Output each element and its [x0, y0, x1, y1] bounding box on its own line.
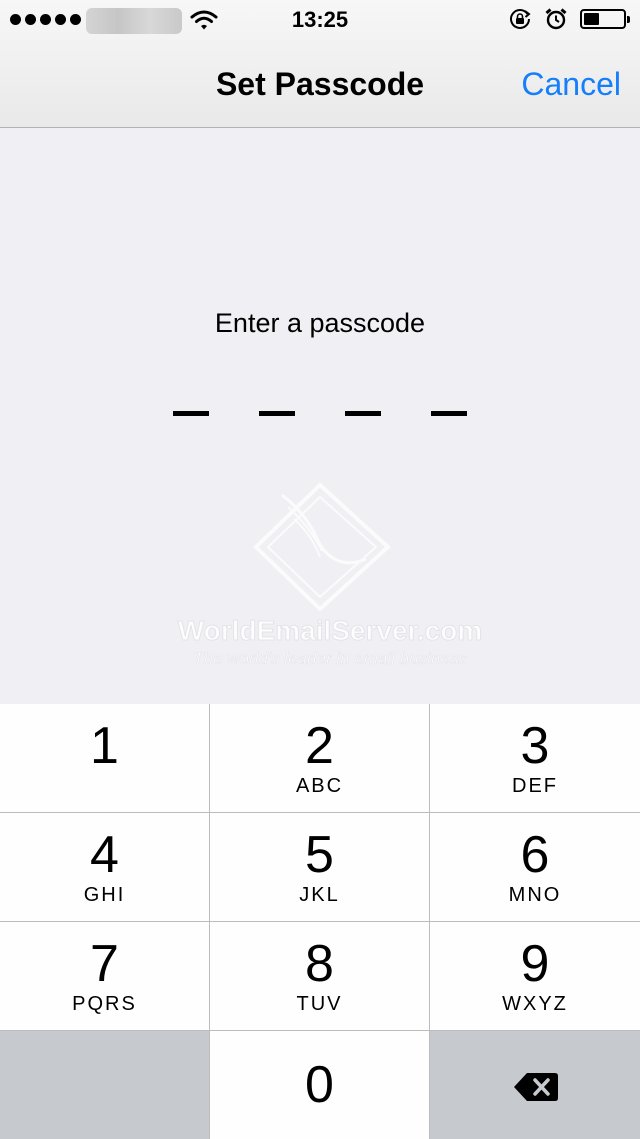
key-digit: 9: [520, 935, 550, 993]
key-digit: 8: [305, 935, 334, 993]
battery-icon: [580, 9, 630, 29]
key-3[interactable]: 3 DEF: [430, 704, 640, 812]
key-digit: 6: [520, 826, 550, 884]
key-digit: 1: [90, 717, 119, 775]
key-letters: MNO: [508, 884, 562, 906]
passcode-slot: [345, 411, 381, 416]
watermark-tagline: The world's leader in email business: [193, 649, 467, 668]
key-2[interactable]: 2 ABC: [209, 704, 430, 812]
alarm-icon: [545, 8, 567, 30]
key-digit: 7: [90, 935, 119, 993]
key-7[interactable]: 7 PQRS: [0, 922, 209, 1030]
key-6[interactable]: 6 MNO: [430, 813, 640, 921]
navigation-header: 13:25 Set Passcode Cancel: [0, 0, 640, 128]
key-digit: 4: [90, 826, 119, 884]
key-0[interactable]: 0: [209, 1031, 430, 1139]
passcode-slot: [431, 411, 467, 416]
key-letters: WXYZ: [502, 993, 568, 1015]
rotation-lock-icon: [510, 9, 531, 29]
key-letters: GHI: [83, 884, 126, 906]
key-digit: 0: [305, 1056, 334, 1114]
key-1[interactable]: 1: [0, 704, 209, 812]
watermark-logo: WorldEmailServer.com The world's leader …: [177, 482, 483, 668]
key-letters: TUV: [296, 993, 343, 1015]
passcode-prompt: Enter a passcode: [214, 308, 426, 338]
key-8[interactable]: 8 TUV: [209, 922, 430, 1030]
status-bar: 13:25: [0, 0, 640, 40]
passcode-slot: [173, 411, 209, 416]
key-letters: JKL: [299, 884, 340, 906]
passcode-slot: [259, 411, 295, 416]
watermark-brand: WorldEmailServer.com: [178, 615, 483, 646]
key-9[interactable]: 9 WXYZ: [430, 922, 640, 1030]
status-icons: [508, 7, 632, 31]
numeric-keypad: 1 2 ABC 3 DEF 4 GHI 5 JKL 6 MNO 7 PQRS 8…: [0, 704, 640, 1139]
key-digit: 2: [305, 717, 334, 775]
key-5[interactable]: 5 JKL: [209, 813, 430, 921]
key-letters: ABC: [295, 775, 344, 797]
cancel-button[interactable]: Cancel: [521, 64, 621, 104]
key-digit: 5: [305, 826, 334, 884]
key-digit: 3: [520, 717, 550, 775]
passcode-entry-field: [0, 411, 640, 416]
key-letters: DEF: [512, 775, 558, 797]
delete-backspace-icon: [514, 1073, 558, 1101]
key-blank: [0, 1031, 209, 1139]
key-4[interactable]: 4 GHI: [0, 813, 209, 921]
battery-level-fill: [584, 13, 599, 25]
key-letters: PQRS: [72, 993, 137, 1015]
delete-button[interactable]: [430, 1031, 640, 1139]
